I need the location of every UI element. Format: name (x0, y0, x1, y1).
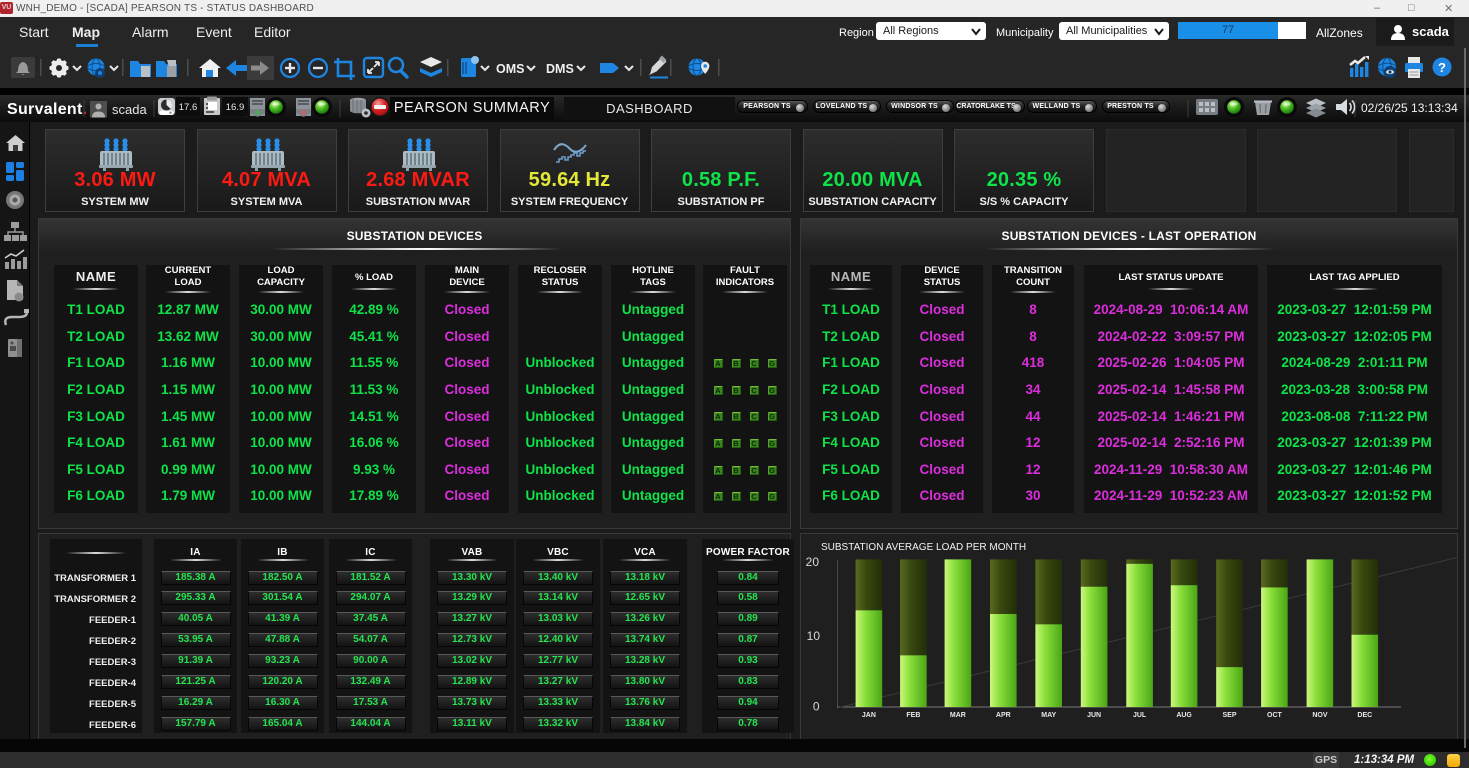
svg-text:0: 0 (813, 700, 820, 714)
svg-text:DEC: DEC (1357, 712, 1372, 719)
svg-text:A: A (255, 108, 261, 117)
svg-text:JUN: JUN (1087, 712, 1101, 719)
svg-text:10: 10 (807, 629, 821, 643)
svg-text:17.6: 17.6 (179, 102, 198, 113)
svg-text:SEP: SEP (1222, 712, 1236, 719)
svg-text:NOV: NOV (1312, 712, 1328, 719)
svg-text:JAN: JAN (862, 712, 876, 719)
svg-text:MAR: MAR (950, 712, 966, 719)
svg-text:APR: APR (996, 712, 1011, 719)
svg-text:AUG: AUG (1176, 712, 1192, 719)
svg-text:OMS: OMS (496, 62, 524, 76)
svg-text:FEB: FEB (906, 712, 920, 719)
svg-text:B: B (301, 108, 307, 117)
svg-text:16.9: 16.9 (226, 102, 245, 113)
svg-text:20: 20 (806, 555, 820, 569)
svg-text:MAY: MAY (1041, 712, 1056, 719)
svg-text:DMS: DMS (546, 62, 574, 76)
svg-text:?: ? (1438, 60, 1446, 75)
svg-text:OCT: OCT (1267, 712, 1283, 719)
svg-text:JUL: JUL (1133, 712, 1147, 719)
